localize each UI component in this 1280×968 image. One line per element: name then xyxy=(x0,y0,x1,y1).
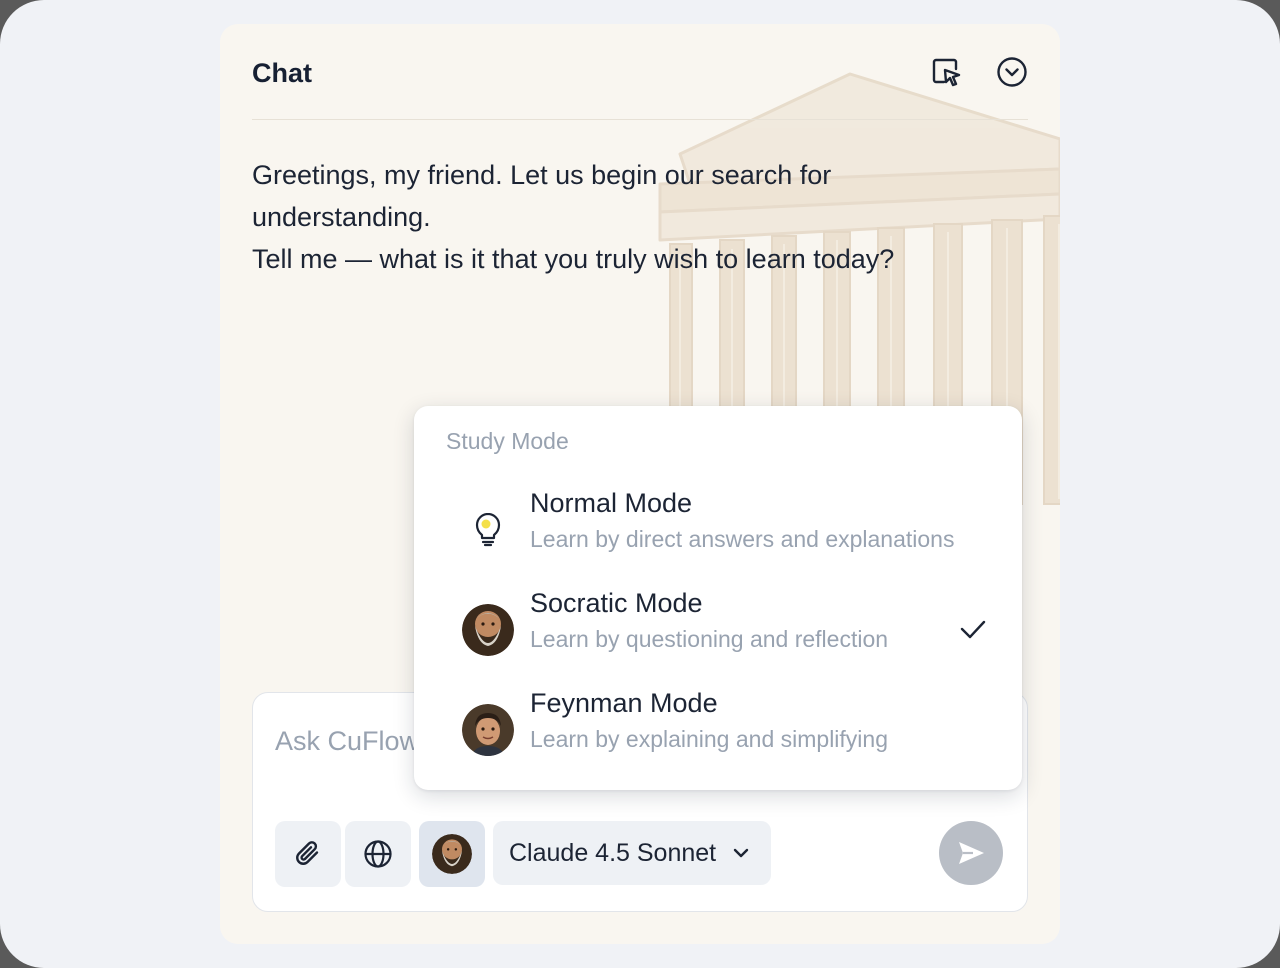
select-cursor-icon[interactable] xyxy=(928,54,964,90)
attach-button[interactable] xyxy=(275,821,341,887)
menu-item-description: Learn by direct answers and explanations xyxy=(530,526,955,552)
web-search-button[interactable] xyxy=(345,821,411,887)
lightbulb-icon xyxy=(475,513,501,547)
menu-item-title: Normal Mode xyxy=(530,488,693,518)
menu-item-description: Learn by questioning and reflection xyxy=(530,626,889,652)
menu-item-feynman-mode[interactable]: Feynman Mode Learn by explaining and sim… xyxy=(414,688,1022,784)
model-select[interactable]: Claude 4.5 Sonnet xyxy=(493,821,771,885)
chevron-circle-down-icon[interactable] xyxy=(994,54,1030,90)
message-line: Tell me — what is it that you truly wish… xyxy=(252,244,895,274)
menu-item-description: Learn by explaining and simplifying xyxy=(530,726,888,752)
menu-item-title: Socratic Mode xyxy=(530,588,703,618)
header-divider xyxy=(252,119,1028,120)
chevron-down-icon xyxy=(733,848,749,858)
study-mode-button[interactable] xyxy=(419,821,485,887)
globe-icon xyxy=(364,840,392,868)
checkmark-icon xyxy=(960,620,986,639)
socrates-avatar xyxy=(432,834,472,874)
send-icon xyxy=(959,842,984,864)
menu-item-normal-mode[interactable]: Normal Mode Learn by direct answers and … xyxy=(414,488,1022,584)
app-window: Chat Greetings, my friend. Let us begin … xyxy=(0,0,1280,968)
menu-item-title: Feynman Mode xyxy=(530,688,718,718)
menu-item-socratic-mode[interactable]: Socratic Mode Learn by questioning and r… xyxy=(414,588,1022,684)
chat-title: Chat xyxy=(252,58,312,88)
feynman-avatar xyxy=(462,704,514,756)
send-button[interactable] xyxy=(939,821,1003,885)
paperclip-icon xyxy=(296,841,319,865)
message-line: Greetings, my friend. Let us begin our s… xyxy=(252,160,832,232)
menu-heading: Study Mode xyxy=(446,428,569,454)
assistant-message: Greetings, my friend. Let us begin our s… xyxy=(252,154,972,280)
socrates-avatar xyxy=(462,604,514,656)
study-mode-menu: Study Mode Normal Mode Learn by direct a… xyxy=(414,406,1022,790)
model-select-label: Claude 4.5 Sonnet xyxy=(509,838,717,867)
